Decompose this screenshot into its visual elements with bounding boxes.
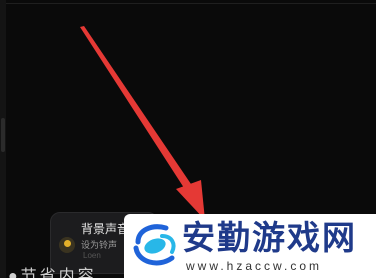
screenshot-root: 背景声音 设为铃声 Loen ●节省内容 安勤游戏网 www.hzaccw.co… bbox=[0, 0, 376, 278]
left-edge-panel bbox=[0, 0, 6, 278]
music-note-icon bbox=[59, 237, 75, 253]
hzaccw-logo bbox=[133, 224, 176, 266]
edge-handle[interactable] bbox=[1, 118, 5, 152]
watermark-url: www.hzaccw.com bbox=[186, 259, 323, 273]
icon-dot bbox=[64, 240, 71, 247]
watermark-title: 安勤游戏网 bbox=[182, 219, 357, 256]
top-divider bbox=[0, 3, 376, 4]
watermark-banner: 安勤游戏网 www.hzaccw.com bbox=[124, 214, 376, 278]
notification-title: 背景声音 bbox=[81, 222, 130, 236]
arrow-shaft bbox=[80, 26, 193, 191]
bottom-text: ●节省内容 bbox=[8, 268, 97, 278]
notification-subtitle: 设为铃声 bbox=[81, 240, 118, 250]
